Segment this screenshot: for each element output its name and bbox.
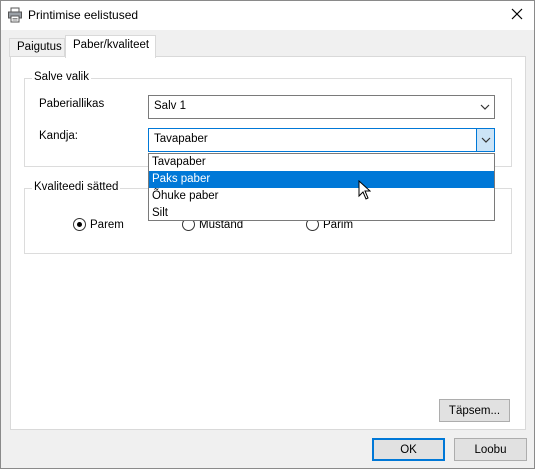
ok-button[interactable]: OK xyxy=(372,438,445,461)
media-dropdown-list: Tavapaber Paks paber Õhuke paber Silt xyxy=(148,153,495,221)
quality-option-better-label: Parem xyxy=(90,218,124,231)
radio-checked-icon xyxy=(73,218,86,231)
tab-paper-quality[interactable]: Paber/kvaliteet xyxy=(65,35,156,58)
print-preferences-window: Printimise eelistused Paigutus Paber/kva… xyxy=(0,0,535,469)
paper-source-select[interactable]: Salv 1 xyxy=(148,95,495,119)
dropdown-option-thin-paper[interactable]: Õhuke paber xyxy=(149,188,494,205)
cancel-button[interactable]: Loobu xyxy=(454,438,527,461)
paper-source-label: Paberiallikas xyxy=(39,98,105,110)
chevron-down-icon xyxy=(476,129,494,151)
title-bar: Printimise eelistused xyxy=(1,1,534,30)
media-value: Tavapaber xyxy=(154,133,208,145)
advanced-button[interactable]: Täpsem... xyxy=(439,399,510,422)
dropdown-option-label[interactable]: Silt xyxy=(149,205,494,222)
close-button[interactable] xyxy=(500,1,534,30)
tray-selection-legend: Salve valik xyxy=(32,71,91,83)
window-title: Printimise eelistused xyxy=(28,8,139,22)
quality-settings-legend: Kvaliteedi sätted xyxy=(32,181,121,193)
dropdown-option-thick-paper[interactable]: Paks paber xyxy=(149,171,494,188)
media-select[interactable]: Tavapaber xyxy=(148,128,495,152)
close-icon xyxy=(511,8,523,23)
dropdown-option-plain-paper[interactable]: Tavapaber xyxy=(149,154,494,171)
paper-source-value: Salv 1 xyxy=(154,100,186,112)
printer-icon xyxy=(7,7,23,23)
chevron-down-icon xyxy=(476,96,494,118)
tab-page-paper-quality: Salve valik Paberiallikas Salv 1 Kandja:… xyxy=(10,56,526,430)
tab-layout[interactable]: Paigutus xyxy=(9,38,65,57)
media-label: Kandja: xyxy=(39,130,79,142)
quality-option-better[interactable]: Parem xyxy=(73,218,124,231)
mouse-pointer-icon xyxy=(358,179,372,203)
